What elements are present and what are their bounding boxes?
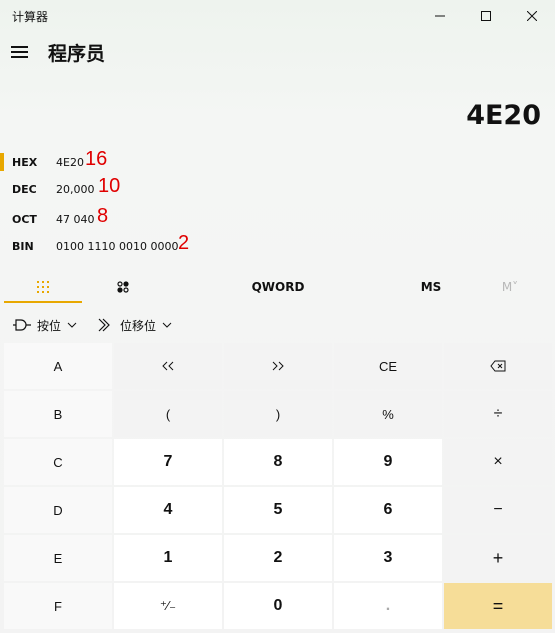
bit-shift-dropdown[interactable]: 位移位: [98, 314, 172, 336]
base-label-bin: BIN: [12, 240, 34, 253]
left-shift-icon: [162, 361, 174, 371]
tab-full-keypad[interactable]: [4, 270, 82, 304]
base-annotation-bin: 2: [178, 232, 190, 254]
key-9[interactable]: 9: [334, 439, 442, 485]
key-left-shift[interactable]: [114, 343, 222, 389]
logic-gate-icon: [13, 319, 31, 331]
key-add[interactable]: +: [444, 535, 552, 581]
backspace-icon: [490, 360, 506, 372]
window-title: 计算器: [12, 10, 49, 24]
key-8[interactable]: 8: [224, 439, 332, 485]
keypad: A CE B ( ) % ÷ C 7 8 9 × D 4 5 6 − E 1 2…: [4, 343, 552, 631]
memory-list-button[interactable]: M˅: [490, 270, 530, 304]
key-equals[interactable]: =: [444, 583, 552, 629]
base-value-hex: 4E20: [56, 156, 84, 169]
tab-bit-toggling[interactable]: [84, 270, 162, 304]
key-3[interactable]: 3: [334, 535, 442, 581]
key-e[interactable]: E: [4, 535, 112, 581]
base-row-dec[interactable]: DEC 20,000 10: [0, 175, 555, 203]
key-percent[interactable]: %: [334, 391, 442, 437]
base-value-bin: 0100 1110 0010 0000: [56, 240, 179, 253]
chevron-down-icon: [162, 322, 172, 328]
selected-indicator: [0, 153, 4, 171]
base-row-oct[interactable]: OCT 47 040 8: [0, 205, 555, 233]
key-2[interactable]: 2: [224, 535, 332, 581]
base-value-oct: 47 040: [56, 213, 95, 226]
close-button[interactable]: [509, 0, 555, 32]
memory-store-button[interactable]: MS: [405, 270, 457, 304]
key-5[interactable]: 5: [224, 487, 332, 533]
key-divide[interactable]: ÷: [444, 391, 552, 437]
minimize-icon: [435, 15, 445, 17]
result-display: 4E20: [466, 100, 541, 131]
mode-title: 程序员: [48, 43, 106, 65]
key-backspace[interactable]: [444, 343, 552, 389]
base-annotation-hex: 16: [85, 148, 108, 170]
key-decimal[interactable]: .: [334, 583, 442, 629]
chevron-down-icon: [67, 322, 77, 328]
word-size-button[interactable]: QWORD: [238, 270, 318, 304]
key-d[interactable]: D: [4, 487, 112, 533]
key-f[interactable]: F: [4, 583, 112, 629]
key-1[interactable]: 1: [114, 535, 222, 581]
key-4[interactable]: 4: [114, 487, 222, 533]
bit-shift-icon: [98, 318, 110, 332]
base-annotation-dec: 10: [98, 175, 121, 197]
active-tab-underline: [4, 301, 82, 303]
base-label-oct: OCT: [12, 213, 37, 226]
bitwise-label: 按位: [37, 318, 62, 333]
base-annotation-oct: 8: [97, 205, 109, 227]
key-7[interactable]: 7: [114, 439, 222, 485]
key-subtract[interactable]: −: [444, 487, 552, 533]
hamburger-menu-icon[interactable]: [10, 42, 30, 62]
base-row-hex[interactable]: HEX 4E20 16: [0, 148, 555, 176]
key-6[interactable]: 6: [334, 487, 442, 533]
base-label-hex: HEX: [12, 156, 38, 169]
key-close-paren[interactable]: ): [224, 391, 332, 437]
key-0[interactable]: 0: [224, 583, 332, 629]
key-right-shift[interactable]: [224, 343, 332, 389]
bit-shift-label: 位移位: [120, 318, 157, 333]
title-bar: 计算器: [0, 0, 555, 32]
bit-toggle-icon: [117, 281, 129, 293]
maximize-button[interactable]: [463, 0, 509, 32]
key-negate[interactable]: ⁺∕₋: [114, 583, 222, 629]
key-open-paren[interactable]: (: [114, 391, 222, 437]
key-c[interactable]: C: [4, 439, 112, 485]
base-row-bin[interactable]: BIN 0100 1110 0010 0000 2: [0, 232, 555, 260]
key-clear-entry[interactable]: CE: [334, 343, 442, 389]
minimize-button[interactable]: [417, 0, 463, 32]
key-a[interactable]: A: [4, 343, 112, 389]
bitwise-dropdown[interactable]: 按位: [12, 314, 77, 336]
key-multiply[interactable]: ×: [444, 439, 552, 485]
keypad-grid-icon: [37, 281, 49, 293]
key-b[interactable]: B: [4, 391, 112, 437]
base-label-dec: DEC: [12, 183, 37, 196]
close-icon: [527, 11, 537, 21]
base-value-dec: 20,000: [56, 183, 95, 196]
right-shift-icon: [272, 361, 284, 371]
maximize-icon: [481, 11, 491, 21]
